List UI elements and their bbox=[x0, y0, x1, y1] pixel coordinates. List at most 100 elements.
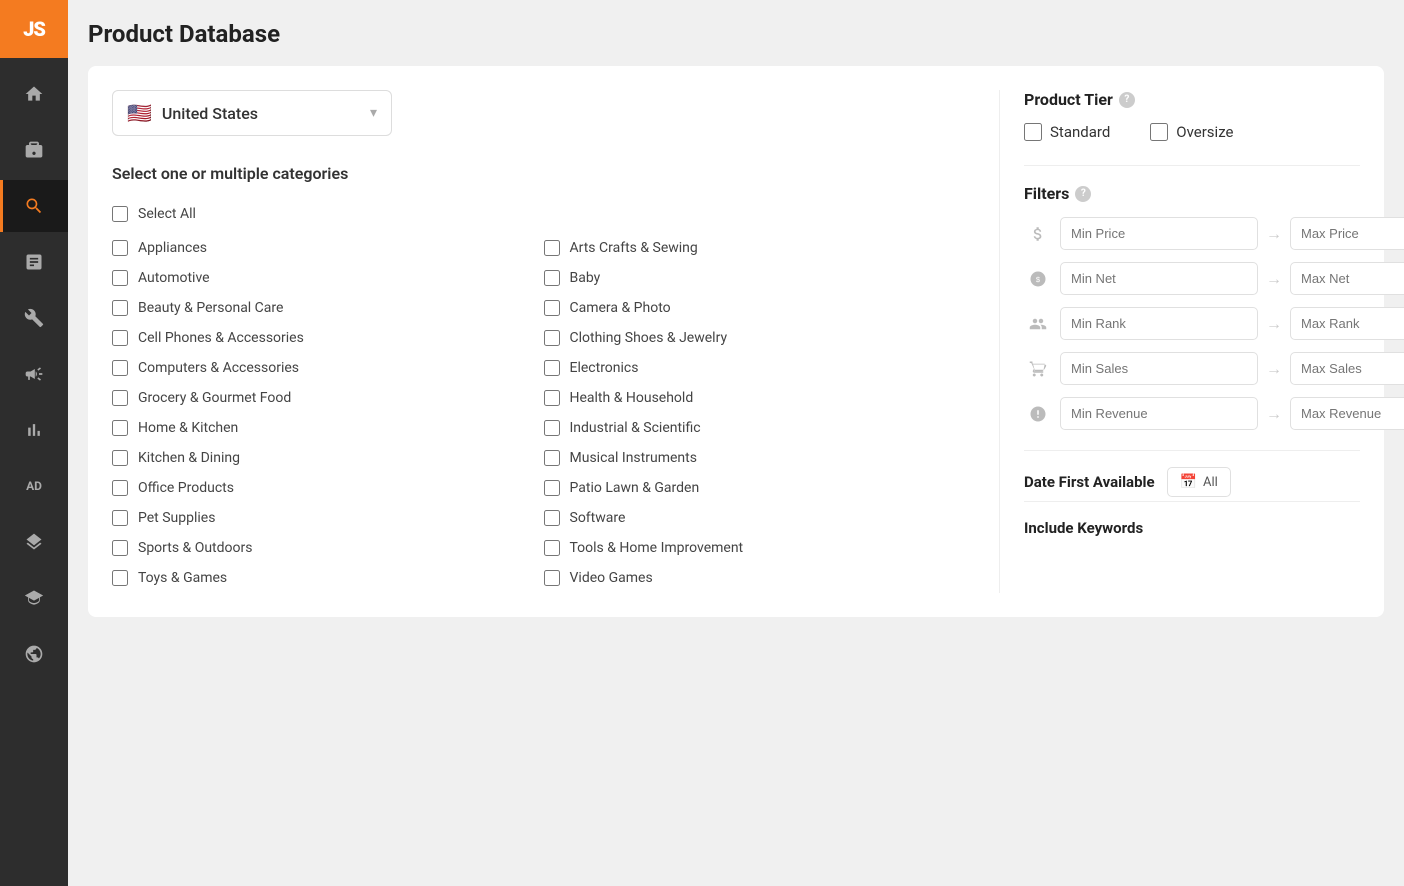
oversize-checkbox[interactable] bbox=[1150, 123, 1168, 141]
search-icon bbox=[24, 196, 44, 216]
video-games-checkbox[interactable] bbox=[544, 570, 560, 586]
max-revenue-input[interactable] bbox=[1290, 397, 1404, 430]
min-revenue-input[interactable] bbox=[1060, 397, 1258, 430]
health-checkbox[interactable] bbox=[544, 390, 560, 406]
max-price-input[interactable] bbox=[1290, 217, 1404, 250]
list-item[interactable]: Tools & Home Improvement bbox=[544, 533, 976, 563]
filters-help-icon[interactable]: ? bbox=[1075, 186, 1091, 202]
baby-label: Baby bbox=[570, 270, 601, 286]
product-tier-help-icon[interactable]: ? bbox=[1119, 92, 1135, 108]
sidebar-item-tools[interactable] bbox=[0, 292, 68, 344]
sidebar-item-search[interactable] bbox=[0, 180, 68, 232]
sidebar-item-education[interactable] bbox=[0, 572, 68, 624]
list-item[interactable]: Software bbox=[544, 503, 976, 533]
software-checkbox[interactable] bbox=[544, 510, 560, 526]
country-name: United States bbox=[162, 104, 258, 123]
list-item[interactable]: Baby bbox=[544, 263, 976, 293]
max-sales-input[interactable] bbox=[1290, 352, 1404, 385]
clothing-checkbox[interactable] bbox=[544, 330, 560, 346]
sports-checkbox[interactable] bbox=[112, 540, 128, 556]
select-all-checkbox[interactable] bbox=[112, 206, 128, 222]
min-sales-input[interactable] bbox=[1060, 352, 1258, 385]
camera-checkbox[interactable] bbox=[544, 300, 560, 316]
min-rank-input[interactable] bbox=[1060, 307, 1258, 340]
list-item[interactable]: Beauty & Personal Care bbox=[112, 293, 544, 323]
list-item[interactable]: Health & Household bbox=[544, 383, 976, 413]
toys-checkbox[interactable] bbox=[112, 570, 128, 586]
list-item[interactable]: Kitchen & Dining bbox=[112, 443, 544, 473]
pet-checkbox[interactable] bbox=[112, 510, 128, 526]
list-item[interactable]: Cell Phones & Accessories bbox=[112, 323, 544, 353]
kitchen-dining-checkbox[interactable] bbox=[112, 450, 128, 466]
list-item[interactable]: Sports & Outdoors bbox=[112, 533, 544, 563]
list-item[interactable]: Camera & Photo bbox=[544, 293, 976, 323]
sidebar-item-ad[interactable]: AD bbox=[0, 460, 68, 512]
tools-checkbox[interactable] bbox=[544, 540, 560, 556]
sidebar-item-barchart[interactable] bbox=[0, 404, 68, 456]
computers-checkbox[interactable] bbox=[112, 360, 128, 376]
list-item[interactable]: Automotive bbox=[112, 263, 544, 293]
list-item[interactable]: Industrial & Scientific bbox=[544, 413, 976, 443]
sidebar-item-settings[interactable] bbox=[0, 628, 68, 680]
electronics-checkbox[interactable] bbox=[544, 360, 560, 376]
max-net-input[interactable] bbox=[1290, 262, 1404, 295]
left-panel: 🇺🇸 United States ▾ Select one or multipl… bbox=[112, 90, 1000, 593]
arts-crafts-checkbox[interactable] bbox=[544, 240, 560, 256]
oversize-tier-option[interactable]: Oversize bbox=[1150, 123, 1233, 141]
appliances-checkbox[interactable] bbox=[112, 240, 128, 256]
sidebar-item-layers[interactable] bbox=[0, 516, 68, 568]
list-item[interactable]: Toys & Games bbox=[112, 563, 544, 593]
education-icon bbox=[24, 588, 44, 608]
sidebar-item-analytics[interactable] bbox=[0, 236, 68, 288]
sports-label: Sports & Outdoors bbox=[138, 540, 252, 556]
sidebar-item-megaphone[interactable] bbox=[0, 348, 68, 400]
country-selector[interactable]: 🇺🇸 United States ▾ bbox=[112, 90, 392, 136]
date-btn[interactable]: 📅 All bbox=[1167, 467, 1231, 497]
industrial-checkbox[interactable] bbox=[544, 420, 560, 436]
automotive-checkbox[interactable] bbox=[112, 270, 128, 286]
list-item[interactable]: Pet Supplies bbox=[112, 503, 544, 533]
kitchen-dining-label: Kitchen & Dining bbox=[138, 450, 240, 466]
electronics-label: Electronics bbox=[570, 360, 639, 376]
country-flag-icon: 🇺🇸 bbox=[127, 101, 152, 125]
min-net-input[interactable] bbox=[1060, 262, 1258, 295]
home-icon bbox=[24, 84, 44, 104]
standard-checkbox[interactable] bbox=[1024, 123, 1042, 141]
list-item[interactable]: Electronics bbox=[544, 353, 976, 383]
list-item[interactable]: Patio Lawn & Garden bbox=[544, 473, 976, 503]
select-all-label: Select All bbox=[138, 206, 196, 222]
cellphones-checkbox[interactable] bbox=[112, 330, 128, 346]
musical-checkbox[interactable] bbox=[544, 450, 560, 466]
list-item[interactable]: Computers & Accessories bbox=[112, 353, 544, 383]
standard-tier-option[interactable]: Standard bbox=[1024, 123, 1110, 141]
country-left: 🇺🇸 United States bbox=[127, 101, 258, 125]
list-item[interactable]: Arts Crafts & Sewing bbox=[544, 233, 976, 263]
select-all-item[interactable]: Select All bbox=[112, 199, 975, 229]
date-all-label: All bbox=[1203, 475, 1218, 490]
price-arrow-icon: → bbox=[1266, 224, 1282, 244]
list-item[interactable]: Video Games bbox=[544, 563, 976, 593]
patio-checkbox[interactable] bbox=[544, 480, 560, 496]
office-label: Office Products bbox=[138, 480, 234, 496]
list-item[interactable]: Clothing Shoes & Jewelry bbox=[544, 323, 976, 353]
list-item[interactable]: Appliances bbox=[112, 233, 544, 263]
grocery-checkbox[interactable] bbox=[112, 390, 128, 406]
office-checkbox[interactable] bbox=[112, 480, 128, 496]
page-title: Product Database bbox=[88, 20, 1384, 48]
categories-title: Select one or multiple categories bbox=[112, 164, 975, 183]
main-content: Product Database 🇺🇸 United States ▾ Sele… bbox=[68, 0, 1404, 886]
list-item[interactable]: Home & Kitchen bbox=[112, 413, 544, 443]
max-rank-input[interactable] bbox=[1290, 307, 1404, 340]
sidebar-item-home[interactable] bbox=[0, 68, 68, 120]
beauty-checkbox[interactable] bbox=[112, 300, 128, 316]
sidebar-item-products[interactable] bbox=[0, 124, 68, 176]
cellphones-label: Cell Phones & Accessories bbox=[138, 330, 304, 346]
baby-checkbox[interactable] bbox=[544, 270, 560, 286]
list-item[interactable]: Office Products bbox=[112, 473, 544, 503]
video-games-label: Video Games bbox=[570, 570, 653, 586]
sidebar-nav: AD bbox=[0, 58, 68, 680]
list-item[interactable]: Grocery & Gourmet Food bbox=[112, 383, 544, 413]
home-kitchen-checkbox[interactable] bbox=[112, 420, 128, 436]
list-item[interactable]: Musical Instruments bbox=[544, 443, 976, 473]
min-price-input[interactable] bbox=[1060, 217, 1258, 250]
